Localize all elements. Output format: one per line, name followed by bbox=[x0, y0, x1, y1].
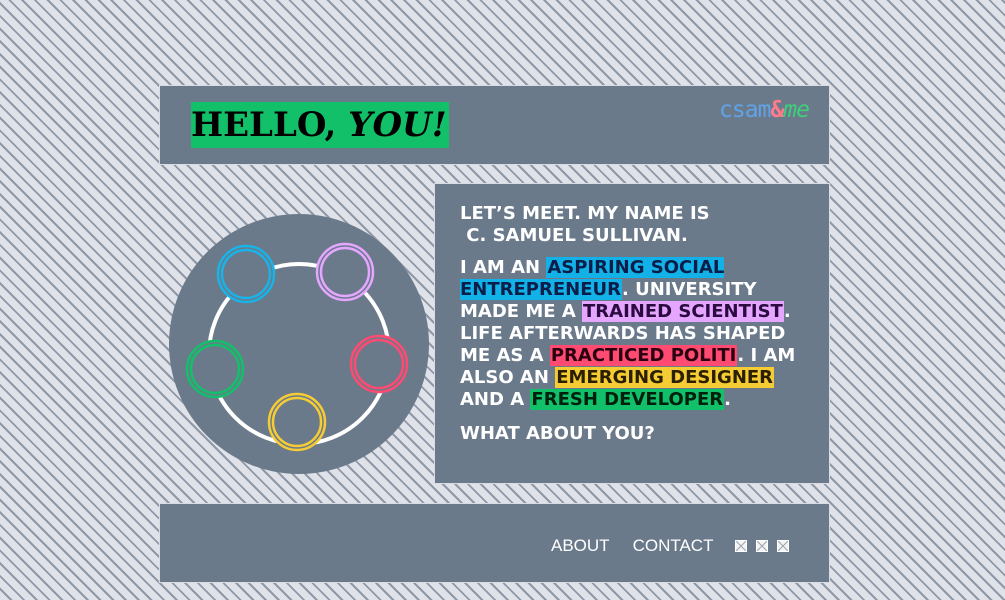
page: { "header": { "greeting_hello": "HELLO,"… bbox=[0, 0, 1005, 600]
intro-panel: LET’S MEET. MY NAME IS C. SAMUEL SULLIVA… bbox=[434, 183, 830, 484]
logo-part-csam: csam bbox=[719, 97, 771, 123]
logo-part-ampersand: & bbox=[770, 97, 784, 123]
footer-nav: ABOUT CONTACT bbox=[551, 536, 790, 556]
ring-entrepreneur bbox=[216, 244, 276, 304]
highlight-developer: FRESH DEVELOPER bbox=[530, 389, 725, 410]
greeting-hello: HELLO, bbox=[191, 105, 337, 145]
highlight-scientist: TRAINED SCIENTIST bbox=[582, 301, 784, 322]
nav-link-contact[interactable]: CONTACT bbox=[633, 536, 714, 556]
rings-illustration bbox=[169, 214, 429, 474]
broken-image-icon[interactable] bbox=[756, 540, 769, 552]
logo-part-me: me bbox=[783, 97, 810, 123]
header-bar: HELLO, YOU! csam&me bbox=[159, 85, 830, 165]
intro-question: WHAT ABOUT YOU? bbox=[460, 423, 655, 444]
ring-politician bbox=[349, 334, 409, 394]
rings-graphic bbox=[169, 214, 429, 474]
greeting-heading: HELLO, YOU! bbox=[191, 102, 449, 148]
ring-developer bbox=[185, 339, 245, 399]
intro-name: C. SAMUEL SULLIVAN. bbox=[466, 225, 688, 246]
intro-bio: I AM AN ASPIRING SOCIAL ENTREPRENEUR. UN… bbox=[460, 257, 815, 411]
broken-image-icon[interactable] bbox=[735, 540, 748, 552]
greeting-you: YOU! bbox=[348, 105, 447, 145]
intro-meet-line1: LET’S MEET. MY NAME IS bbox=[460, 203, 710, 224]
broken-image-icon[interactable] bbox=[777, 540, 790, 552]
intro-heading: LET’S MEET. MY NAME IS C. SAMUEL SULLIVA… bbox=[460, 203, 815, 247]
ring-scientist bbox=[315, 242, 375, 302]
social-links bbox=[735, 540, 790, 552]
highlight-politician: PRACTICED POLITI bbox=[549, 345, 738, 366]
highlight-designer: EMERGING DESIGNER bbox=[555, 367, 775, 388]
bio-text-6: . bbox=[724, 389, 731, 410]
bio-text-5: AND A bbox=[460, 389, 531, 410]
site-logo[interactable]: csam&me bbox=[719, 92, 810, 128]
ring-designer bbox=[267, 392, 327, 452]
bio-text-1: I AM AN bbox=[460, 257, 547, 278]
nav-link-about[interactable]: ABOUT bbox=[551, 536, 610, 556]
footer-bar: ABOUT CONTACT bbox=[159, 503, 830, 583]
